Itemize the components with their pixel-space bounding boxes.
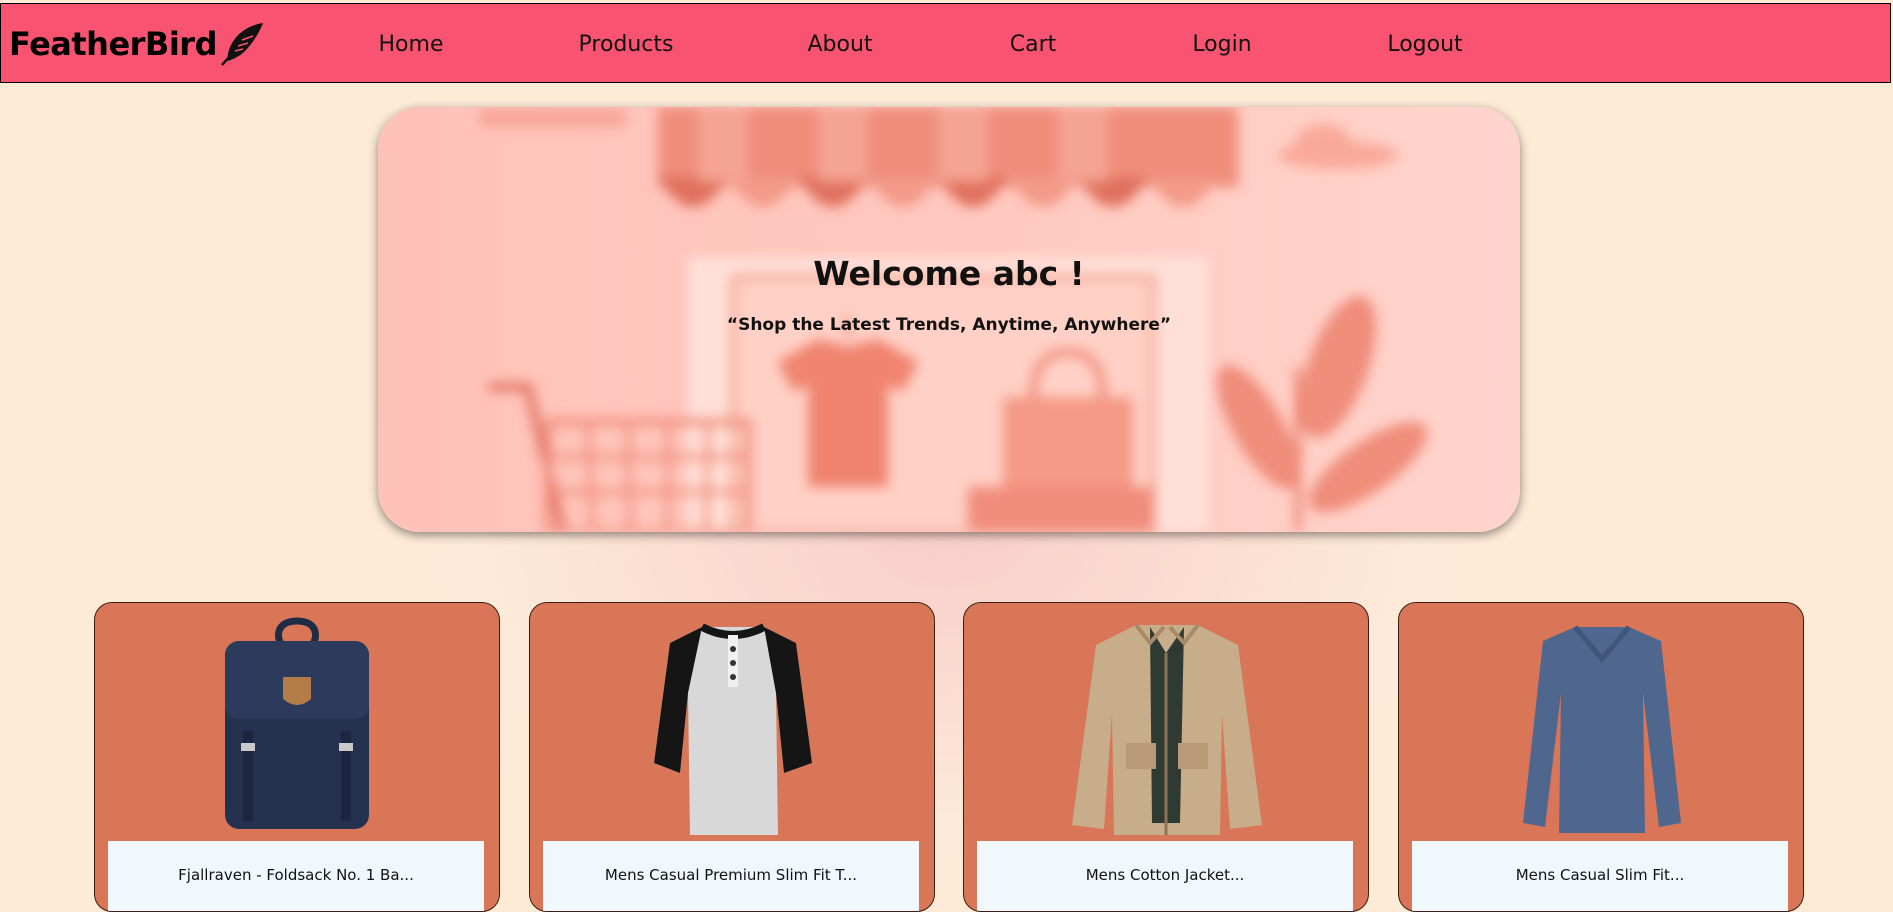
product-title: Mens Cotton Jacket...: [977, 841, 1353, 911]
welcome-banner: Welcome abc ! “Shop the Latest Trends, A…: [378, 107, 1520, 532]
brand-logo[interactable]: FeatherBird: [9, 22, 265, 66]
nav-cart[interactable]: Cart: [1003, 30, 1063, 60]
nav-login[interactable]: Login: [1187, 30, 1257, 60]
product-card[interactable]: Mens Casual Slim Fit...: [1398, 602, 1804, 912]
welcome-tagline: “Shop the Latest Trends, Anytime, Anywhe…: [726, 315, 1172, 335]
henley-tshirt-image: [654, 623, 812, 835]
nav-home[interactable]: Home: [371, 30, 451, 60]
product-title: Mens Casual Slim Fit...: [1412, 841, 1788, 911]
nav-about[interactable]: About: [801, 30, 879, 60]
product-card[interactable]: Fjallraven - Foldsack No. 1 Ba...: [94, 602, 500, 912]
product-title: Mens Casual Premium Slim Fit T...: [543, 841, 919, 911]
product-title: Fjallraven - Foldsack No. 1 Ba...: [108, 841, 484, 911]
brand-name: FeatherBird: [9, 25, 217, 63]
top-navbar: FeatherBird Home Products About Cart Log…: [0, 3, 1891, 83]
welcome-heading: Welcome abc !: [813, 254, 1085, 293]
cotton-jacket-image: [1072, 623, 1262, 835]
product-card[interactable]: Mens Casual Premium Slim Fit T...: [529, 602, 935, 912]
backpack-image: [225, 617, 369, 829]
longsleeve-tshirt-image: [1523, 625, 1681, 833]
nav-products[interactable]: Products: [573, 30, 679, 60]
nav-logout[interactable]: Logout: [1383, 30, 1467, 60]
product-card[interactable]: Mens Cotton Jacket...: [963, 602, 1369, 912]
feather-icon: [219, 21, 265, 67]
